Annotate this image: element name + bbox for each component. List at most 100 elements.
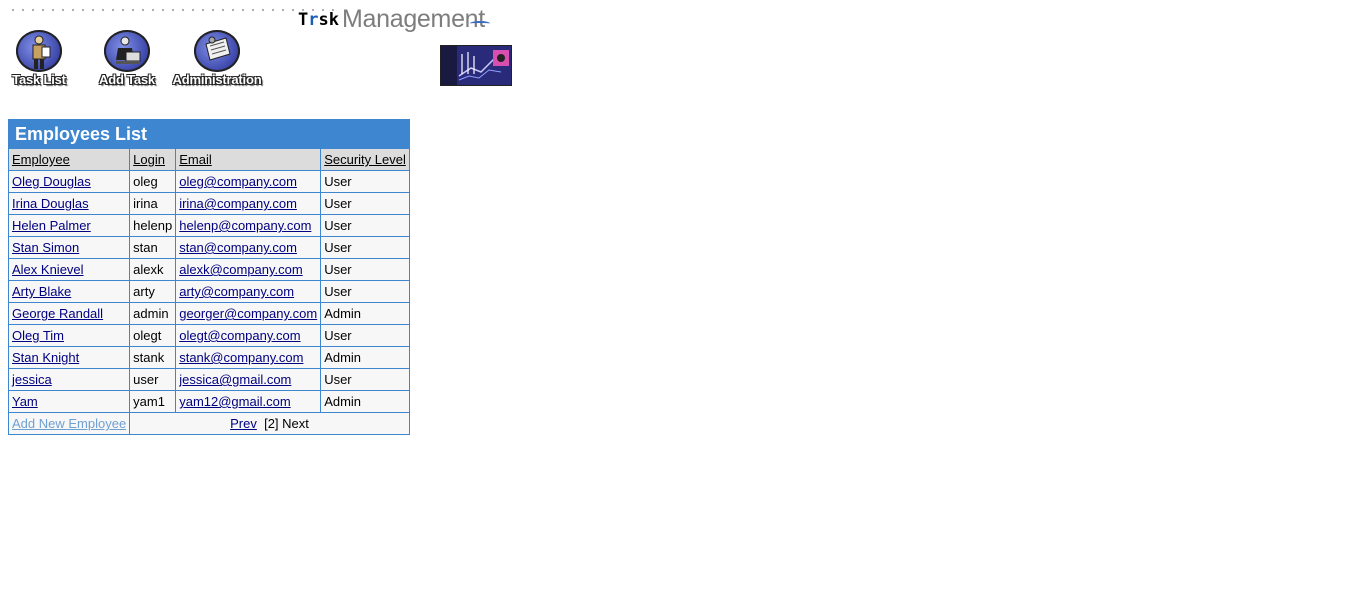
- employee-name-link[interactable]: Helen Palmer: [12, 218, 91, 233]
- employee-name-link[interactable]: Stan Simon: [12, 240, 79, 255]
- sort-employee-link[interactable]: Employee: [12, 152, 70, 167]
- login-cell: stan: [129, 236, 177, 259]
- login-cell: admin: [129, 302, 177, 325]
- employee-cell: Stan Knight: [7, 346, 131, 369]
- email-cell: oleg@company.com: [175, 170, 322, 193]
- task-management-logo: Trsk Management: [298, 5, 490, 35]
- nav-task-list-label: Task List: [12, 72, 66, 87]
- employee-cell: jessica: [7, 368, 131, 391]
- employee-name-link[interactable]: Yam: [12, 394, 38, 409]
- email-link[interactable]: georger@company.com: [179, 306, 317, 321]
- employee-name-link[interactable]: George Randall: [12, 306, 103, 321]
- employee-name-link[interactable]: Alex Knievel: [12, 262, 84, 277]
- email-link[interactable]: oleg@company.com: [179, 174, 297, 189]
- logo-task-text: Trsk: [298, 10, 339, 30]
- email-link[interactable]: jessica@gmail.com: [179, 372, 291, 387]
- email-link[interactable]: olegt@company.com: [179, 328, 300, 343]
- employee-cell: Irina Douglas: [7, 192, 131, 215]
- email-link[interactable]: yam12@gmail.com: [179, 394, 290, 409]
- security-level-cell: User: [320, 258, 410, 281]
- security-level-cell: Admin: [320, 346, 410, 369]
- sort-login-link[interactable]: Login: [133, 152, 165, 167]
- email-link[interactable]: alexk@company.com: [179, 262, 303, 277]
- nav-task-list[interactable]: Task List: [8, 30, 70, 87]
- prev-page-link[interactable]: Prev: [230, 416, 257, 431]
- sort-email-link[interactable]: Email: [179, 152, 212, 167]
- table-row: George Randall admin georger@company.com Ad…: [7, 302, 410, 325]
- security-level-cell: Admin: [320, 390, 410, 413]
- employee-cell: Arty Blake: [7, 280, 131, 303]
- employee-name-link[interactable]: jessica: [12, 372, 52, 387]
- email-cell: stank@company.com: [175, 346, 322, 369]
- email-cell: helenp@company.com: [175, 214, 322, 237]
- column-header-email[interactable]: Email: [175, 148, 322, 171]
- security-level-cell: User: [320, 170, 410, 193]
- nav-administration-label: Administration: [172, 72, 262, 87]
- email-link[interactable]: stank@company.com: [179, 350, 303, 365]
- email-link[interactable]: helenp@company.com: [179, 218, 311, 233]
- task-list-icon: [16, 30, 62, 72]
- login-cell: user: [129, 368, 177, 391]
- table-row: Arty Blake arty arty@company.com User: [7, 280, 410, 303]
- table-row: Stan Simon stan stan@company.com User: [7, 236, 410, 259]
- add-new-employee-link[interactable]: Add New Employee: [12, 416, 126, 431]
- login-cell: irina: [129, 192, 177, 215]
- login-cell: arty: [129, 280, 177, 303]
- employee-cell: Yam: [7, 390, 131, 413]
- security-level-cell: User: [320, 368, 410, 391]
- employee-cell: Helen Palmer: [7, 214, 131, 237]
- security-level-cell: User: [320, 192, 410, 215]
- table-title: Employees List: [8, 119, 410, 149]
- employee-name-link[interactable]: Oleg Tim: [12, 328, 64, 343]
- employee-cell: George Randall: [7, 302, 131, 325]
- column-header-login[interactable]: Login: [129, 148, 177, 171]
- table-footer-row: Add New Employee Prev [2] Next: [7, 412, 410, 435]
- email-link[interactable]: irina@company.com: [179, 196, 297, 211]
- security-level-cell: User: [320, 280, 410, 303]
- email-cell: alexk@company.com: [175, 258, 322, 281]
- footer-add-cell: Add New Employee: [7, 412, 131, 435]
- email-link[interactable]: stan@company.com: [179, 240, 297, 255]
- login-cell: yam1: [129, 390, 177, 413]
- table-row: Stan Knight stank stank@company.com Admin: [7, 346, 410, 369]
- nav-administration[interactable]: Administration: [170, 30, 264, 87]
- next-page-text: Next: [282, 416, 309, 431]
- email-link[interactable]: arty@company.com: [179, 284, 294, 299]
- email-cell: jessica@gmail.com: [175, 368, 322, 391]
- table-row: Irina Douglas irina irina@company.com User: [7, 192, 410, 215]
- sort-security-level-link[interactable]: Security Level: [324, 152, 406, 167]
- current-page: [2]: [264, 416, 279, 431]
- email-cell: yam12@gmail.com: [175, 390, 322, 413]
- nav-add-task[interactable]: Add Task: [96, 30, 158, 87]
- decorative-banner-image: [440, 45, 512, 86]
- administration-icon: [194, 30, 240, 72]
- table-row: Yam yam1 yam12@gmail.com Admin: [7, 390, 410, 413]
- add-task-icon: [104, 30, 150, 72]
- nav-add-task-label: Add Task: [99, 72, 155, 87]
- email-cell: arty@company.com: [175, 280, 322, 303]
- employee-name-link[interactable]: Arty Blake: [12, 284, 71, 299]
- security-level-cell: User: [320, 214, 410, 237]
- employee-name-link[interactable]: Irina Douglas: [12, 196, 89, 211]
- login-cell: alexk: [129, 258, 177, 281]
- email-cell: georger@company.com: [175, 302, 322, 325]
- table-header-row: Employee Login Email Security Level: [7, 148, 410, 171]
- table-row: Oleg Douglas oleg oleg@company.com User: [7, 170, 410, 193]
- table-row: Helen Palmer helenp helenp@company.com User: [7, 214, 410, 237]
- security-level-cell: User: [320, 324, 410, 347]
- employees-table: Employees List Employee Login Email Secu…: [7, 119, 410, 435]
- employee-cell: Oleg Tim: [7, 324, 131, 347]
- employee-name-link[interactable]: Oleg Douglas: [12, 174, 91, 189]
- pagination: Prev [2] Next: [129, 412, 410, 435]
- table-row: Alex Knievel alexk alexk@company.com User: [7, 258, 410, 281]
- column-header-employee[interactable]: Employee: [7, 148, 131, 171]
- employee-name-link[interactable]: Stan Knight: [12, 350, 79, 365]
- email-cell: stan@company.com: [175, 236, 322, 259]
- employee-cell: Stan Simon: [7, 236, 131, 259]
- employee-cell: Alex Knievel: [7, 258, 131, 281]
- security-level-cell: Admin: [320, 302, 410, 325]
- logo-management-text: Management: [342, 5, 490, 34]
- login-cell: stank: [129, 346, 177, 369]
- table-row: Oleg Tim olegt olegt@company.com User: [7, 324, 410, 347]
- column-header-security-level[interactable]: Security Level: [320, 148, 410, 171]
